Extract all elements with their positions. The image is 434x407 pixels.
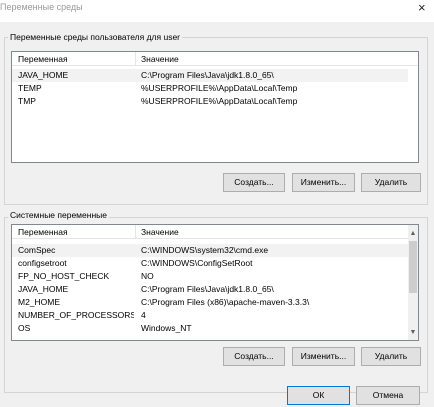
list-item[interactable]: configsetroot C:\WINDOWS\ConfigSetRoot [12, 257, 408, 270]
scroll-up-icon[interactable]: ▲ [408, 229, 418, 239]
scroll-down-icon[interactable]: ▼ [408, 328, 418, 338]
list-item[interactable]: TEMP %USERPROFILE%\AppData\Local\Temp [12, 82, 408, 95]
list-item[interactable]: FP_NO_HOST_CHECK NO [12, 270, 408, 283]
user-col-name-header[interactable]: Переменная [14, 52, 132, 66]
system-delete-button[interactable]: Удалить [361, 347, 421, 366]
system-new-button[interactable]: Создать... [223, 347, 285, 366]
var-name: JAVA_HOME [18, 284, 69, 294]
var-value: 4 [141, 310, 146, 320]
var-name: FP_NO_HOST_CHECK [18, 271, 110, 281]
var-name: TMP [18, 96, 36, 106]
column-separator[interactable] [135, 225, 136, 239]
var-name: OS [18, 323, 31, 333]
var-value: C:\Program Files (x86)\apache-maven-3.3.… [141, 297, 310, 307]
var-value: NO [141, 271, 154, 281]
var-name: configsetroot [18, 258, 67, 268]
window-title: Переменные среды [0, 2, 83, 12]
list-item[interactable]: JAVA_HOME C:\Program Files\Java\jdk1.8.0… [12, 283, 408, 296]
system-col-value-header[interactable]: Значение [137, 225, 407, 239]
var-value: C:\WINDOWS\ConfigSetRoot [141, 258, 253, 268]
system-vars-scrollbar[interactable]: ▲ ▼ [408, 225, 418, 340]
cancel-button[interactable]: Отмена [356, 386, 420, 405]
system-edit-button[interactable]: Изменить... [292, 347, 355, 366]
user-vars-list[interactable]: Переменная Значение JAVA_HOME C:\Program… [11, 51, 419, 163]
ok-button[interactable]: ОК [287, 386, 350, 405]
list-item[interactable]: ComSpec C:\WINDOWS\system32\cmd.exe [12, 244, 408, 257]
scroll-thumb[interactable] [409, 241, 417, 293]
var-value: %USERPROFILE%\AppData\Local\Temp [141, 83, 298, 93]
var-value: C:\Program Files\Java\jdk1.8.0_65\ [141, 284, 274, 294]
dialog-client: Переменные среды пользователя для user П… [0, 22, 434, 407]
var-value: Windows_NT [141, 323, 192, 333]
system-vars-group-label: Системные переменные [8, 210, 109, 220]
list-item[interactable]: TMP %USERPROFILE%\AppData\Local\Temp [12, 95, 408, 108]
var-value: %USERPROFILE%\AppData\Local\Temp [141, 96, 298, 106]
var-name: NUMBER_OF_PROCESSORS [18, 310, 134, 320]
var-value: C:\Program Files\Java\jdk1.8.0_65\ [141, 70, 274, 80]
list-item[interactable]: OS Windows_NT [12, 322, 408, 335]
var-name: JAVA_HOME [18, 70, 69, 80]
user-vars-group-label: Переменные среды пользователя для user [8, 32, 183, 42]
var-name: ComSpec [18, 245, 56, 255]
user-vars-list-header: Переменная Значение [12, 52, 418, 66]
list-item[interactable]: M2_HOME C:\Program Files (x86)\apache-ma… [12, 296, 408, 309]
title-bar: Переменные среды × [0, 0, 434, 22]
close-icon[interactable]: × [418, 1, 426, 15]
user-new-button[interactable]: Создать... [223, 173, 285, 192]
user-col-value-header[interactable]: Значение [137, 52, 407, 66]
list-item[interactable]: NUMBER_OF_PROCESSORS 4 [12, 309, 408, 322]
var-name: M2_HOME [18, 297, 61, 307]
user-edit-button[interactable]: Изменить... [292, 173, 355, 192]
column-separator[interactable] [135, 52, 136, 66]
user-delete-button[interactable]: Удалить [361, 173, 421, 192]
system-col-name-header[interactable]: Переменная [14, 225, 132, 239]
system-vars-list-header: Переменная Значение [12, 225, 418, 239]
list-item[interactable]: JAVA_HOME C:\Program Files\Java\jdk1.8.0… [12, 69, 408, 82]
var-value: C:\WINDOWS\system32\cmd.exe [141, 245, 269, 255]
var-name: TEMP [18, 83, 42, 93]
system-vars-list[interactable]: Переменная Значение ComSpec C:\WINDOWS\s… [11, 224, 419, 341]
